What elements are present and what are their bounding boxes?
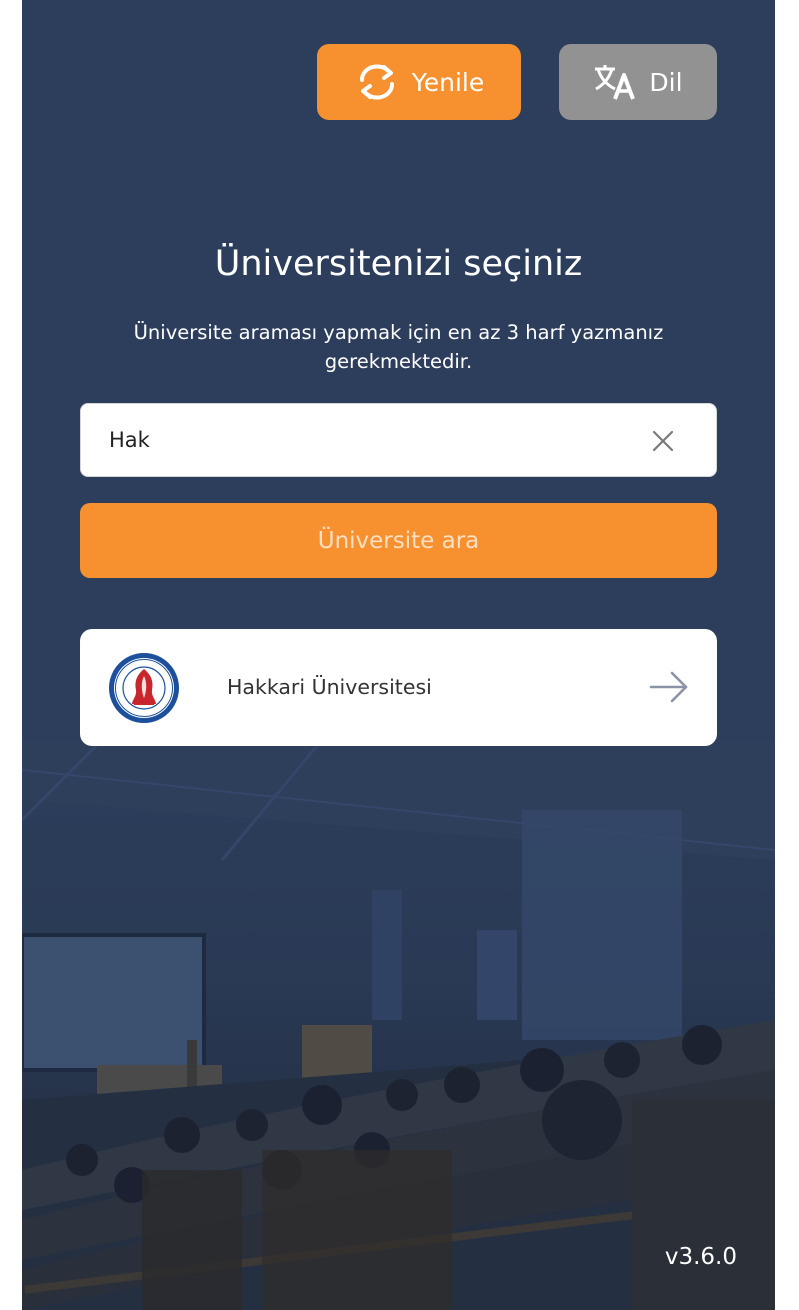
refresh-label: Yenile [411,67,485,97]
lecture-hall-background [22,740,775,1310]
clear-icon[interactable] [650,428,676,454]
refresh-icon [354,63,400,101]
university-result-item[interactable]: Hakkari Üniversitesi [80,629,717,746]
refresh-button[interactable]: Yenile [317,44,521,120]
page-subtitle: Üniversite araması yapmak için en az 3 h… [133,321,664,373]
search-university-button[interactable]: Üniversite ara [80,503,717,578]
language-label: Dil [649,67,683,97]
search-input[interactable] [109,404,629,476]
language-button[interactable]: Dil [559,44,717,120]
university-logo-icon [108,652,180,724]
app-version: v3.6.0 [664,1244,737,1270]
search-university-label: Üniversite ara [317,527,480,554]
translate-icon [593,63,637,101]
page-title: Üniversitenizi seçiniz [214,244,583,284]
arrow-right-icon [649,670,689,704]
app-screen: Yenile Dil Üniversitenizi seçiniz Üniver… [22,0,775,1310]
search-field [80,403,717,477]
university-name: Hakkari Üniversitesi [227,675,432,699]
